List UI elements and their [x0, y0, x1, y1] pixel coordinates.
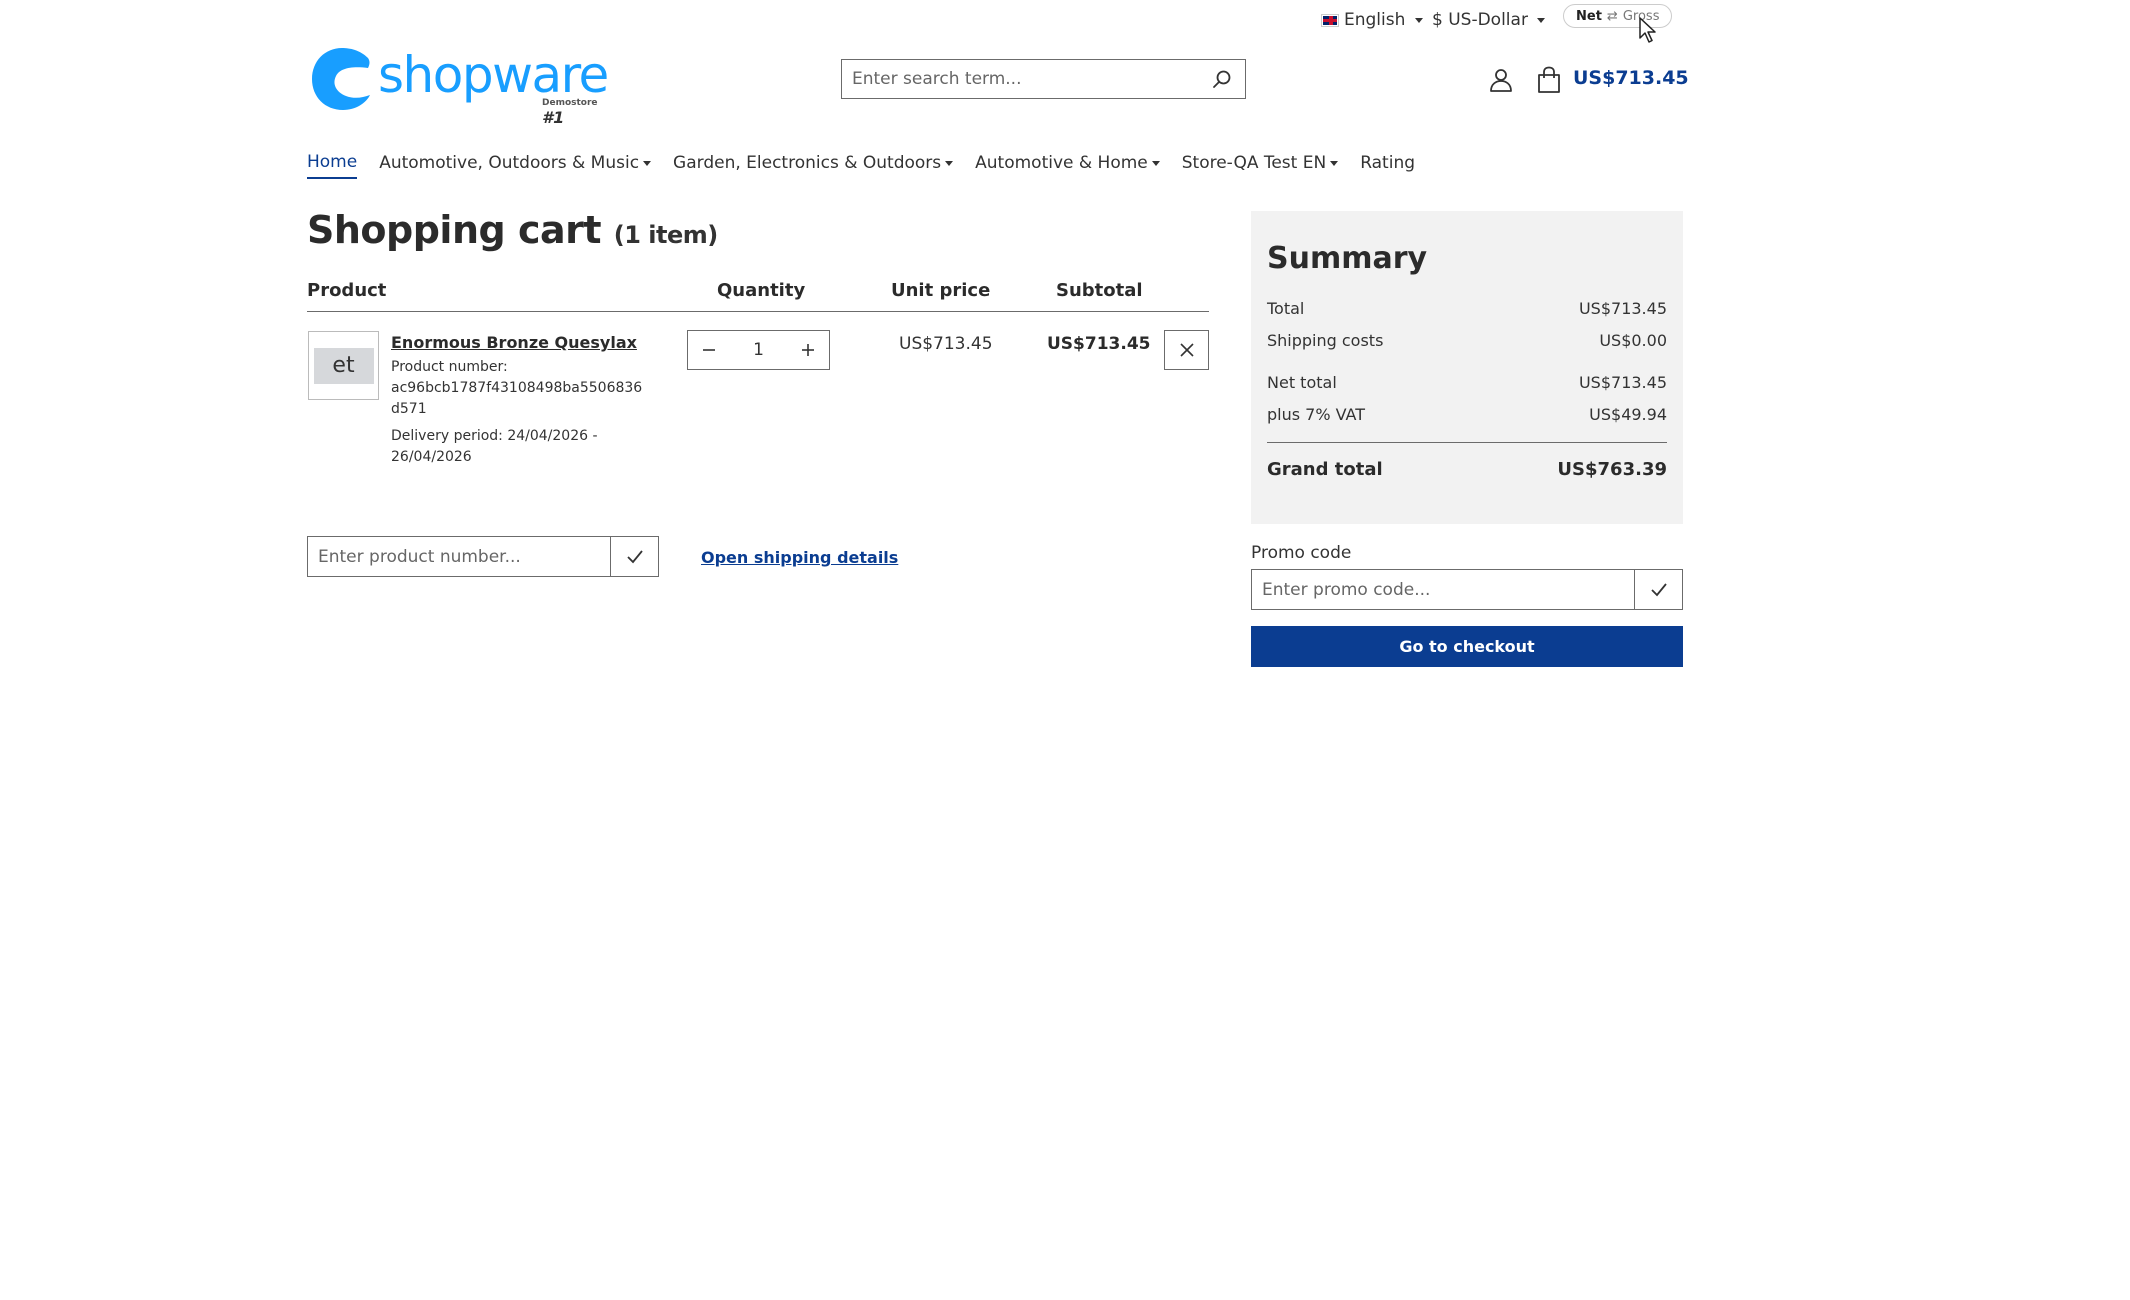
search-bar — [841, 59, 1246, 99]
column-header-product: Product — [307, 280, 387, 301]
summary-net-row: Net total US$713.45 — [1267, 366, 1667, 398]
search-input[interactable] — [852, 69, 1209, 89]
cart-table-header: Product Quantity Unit price Subtotal — [307, 278, 1209, 312]
nav-item-home[interactable]: Home — [307, 152, 358, 179]
summary-grand-label: Grand total — [1267, 458, 1383, 480]
go-to-checkout-button[interactable]: Go to checkout — [1251, 626, 1683, 667]
nav-label: Automotive, Outdoors & Music — [379, 153, 640, 173]
shopware-logo-icon — [312, 48, 370, 110]
add-product-form — [307, 536, 659, 577]
nav-label: Store-QA Test EN — [1181, 153, 1327, 173]
chevron-down-icon — [1151, 160, 1160, 166]
summary-net-value: US$713.45 — [1578, 372, 1667, 392]
main-navigation: Home Automotive, Outdoors & Music Garden… — [307, 152, 1437, 179]
nav-item-store-qa-test[interactable]: Store-QA Test EN — [1181, 152, 1339, 179]
summary-vat-row: plus 7% VAT US$49.94 — [1267, 398, 1667, 430]
remove-item-button[interactable] — [1164, 330, 1209, 370]
product-number-value: ac96bcb1787f43108498ba5506836d571 — [391, 380, 643, 417]
nav-item-automotive-outdoors-music[interactable]: Automotive, Outdoors & Music — [379, 152, 652, 179]
order-summary: Summary Total US$713.45 Shipping costs U… — [1251, 211, 1683, 524]
chevron-down-icon — [1330, 160, 1339, 166]
nav-label: Automotive & Home — [975, 153, 1148, 173]
currency-switcher[interactable]: $ US-Dollar — [1432, 10, 1546, 30]
thumbnail-placeholder-text: et — [313, 347, 374, 384]
promo-code-form — [1251, 569, 1683, 610]
delivery-period: Delivery period: 24/04/2026 - 26/04/2026 — [391, 428, 598, 465]
summary-grand-total-row: Grand total US$763.39 — [1267, 453, 1667, 485]
summary-net-label: Net total — [1267, 372, 1337, 392]
summary-shipping-label: Shipping costs — [1267, 330, 1384, 350]
chevron-down-icon — [643, 160, 652, 166]
product-thumbnail[interactable]: et — [308, 331, 379, 400]
nav-label: Rating — [1360, 153, 1416, 173]
product-number: Product number: ac96bcb1787f43108498ba55… — [391, 357, 651, 420]
product-number-input[interactable] — [308, 537, 610, 576]
language-label: English — [1344, 10, 1406, 30]
currency-label: $ US-Dollar — [1432, 10, 1528, 30]
plus-icon — [801, 344, 814, 356]
summary-shipping-row: Shipping costs US$0.00 — [1267, 324, 1667, 356]
cart-title-text: Shopping cart — [307, 208, 602, 252]
account-icon[interactable] — [1488, 67, 1514, 93]
checkmark-icon — [1650, 582, 1667, 596]
nav-item-automotive-home[interactable]: Automotive & Home — [975, 152, 1160, 179]
logo-badge: #1 — [542, 108, 565, 127]
column-header-subtotal: Subtotal — [1056, 280, 1143, 301]
summary-total-label: Total — [1267, 298, 1305, 318]
page-title: Shopping cart (1 item) — [307, 208, 718, 252]
open-shipping-details-link[interactable]: Open shipping details — [701, 548, 898, 567]
unit-price: US$713.45 — [899, 334, 993, 354]
summary-grand-value: US$763.39 — [1557, 458, 1667, 480]
line-subtotal: US$713.45 — [1047, 334, 1151, 354]
header-cart-total[interactable]: US$713.45 — [1573, 67, 1689, 89]
logo-text: shopware — [378, 46, 609, 104]
search-button[interactable] — [1209, 66, 1235, 92]
summary-divider — [1267, 442, 1667, 443]
promo-code-label: Promo code — [1251, 543, 1352, 563]
summary-title: Summary — [1267, 241, 1428, 276]
search-icon — [1213, 70, 1231, 88]
nav-label: Garden, Electronics & Outdoors — [673, 153, 942, 173]
quantity-value[interactable]: 1 — [753, 340, 764, 360]
summary-vat-label: plus 7% VAT — [1267, 404, 1366, 424]
chevron-down-icon — [1415, 17, 1424, 23]
summary-vat-value: US$49.94 — [1589, 404, 1667, 424]
summary-total-value: US$713.45 — [1578, 298, 1667, 318]
decrease-quantity-button[interactable] — [688, 331, 730, 369]
minus-icon — [703, 349, 715, 351]
add-product-button[interactable] — [610, 537, 658, 576]
column-header-unit-price: Unit price — [891, 280, 991, 301]
mouse-cursor-icon — [1639, 17, 1656, 43]
product-name-link[interactable]: Enormous Bronze Quesylax — [391, 333, 637, 352]
logo[interactable]: shopware Demostore #1 — [310, 44, 610, 127]
nav-item-rating[interactable]: Rating — [1360, 152, 1415, 179]
logo-subtitle: Demostore #1 — [542, 98, 610, 127]
nav-item-garden-electronics-outdoors[interactable]: Garden, Electronics & Outdoors — [673, 152, 954, 179]
apply-promo-button[interactable] — [1634, 570, 1682, 609]
language-switcher[interactable]: English — [1321, 10, 1424, 30]
quantity-stepper: 1 — [687, 330, 830, 370]
increase-quantity-button[interactable] — [787, 331, 829, 369]
column-header-quantity: Quantity — [717, 280, 806, 301]
cart-item-count: (1 item) — [613, 221, 718, 249]
logo-sub-label: Demostore — [542, 98, 598, 108]
net-label: Net — [1576, 8, 1602, 24]
close-icon — [1179, 343, 1194, 357]
cart-bag-icon[interactable] — [1536, 66, 1562, 94]
swap-icon: ⇄ — [1606, 8, 1618, 24]
nav-label: Home — [307, 152, 358, 172]
top-bar: English $ US-Dollar Net ⇄ Gross — [0, 4, 2130, 43]
cart-line-item: et Enormous Bronze Quesylax Product numb… — [307, 330, 1209, 480]
promo-code-input[interactable] — [1252, 570, 1634, 609]
chevron-down-icon — [945, 160, 954, 166]
product-number-label: Product number: — [391, 359, 508, 375]
summary-total-row: Total US$713.45 — [1267, 292, 1667, 324]
checkmark-icon — [626, 549, 643, 563]
uk-flag-icon — [1321, 13, 1339, 27]
summary-shipping-value: US$0.00 — [1599, 330, 1667, 350]
chevron-down-icon — [1537, 17, 1546, 23]
